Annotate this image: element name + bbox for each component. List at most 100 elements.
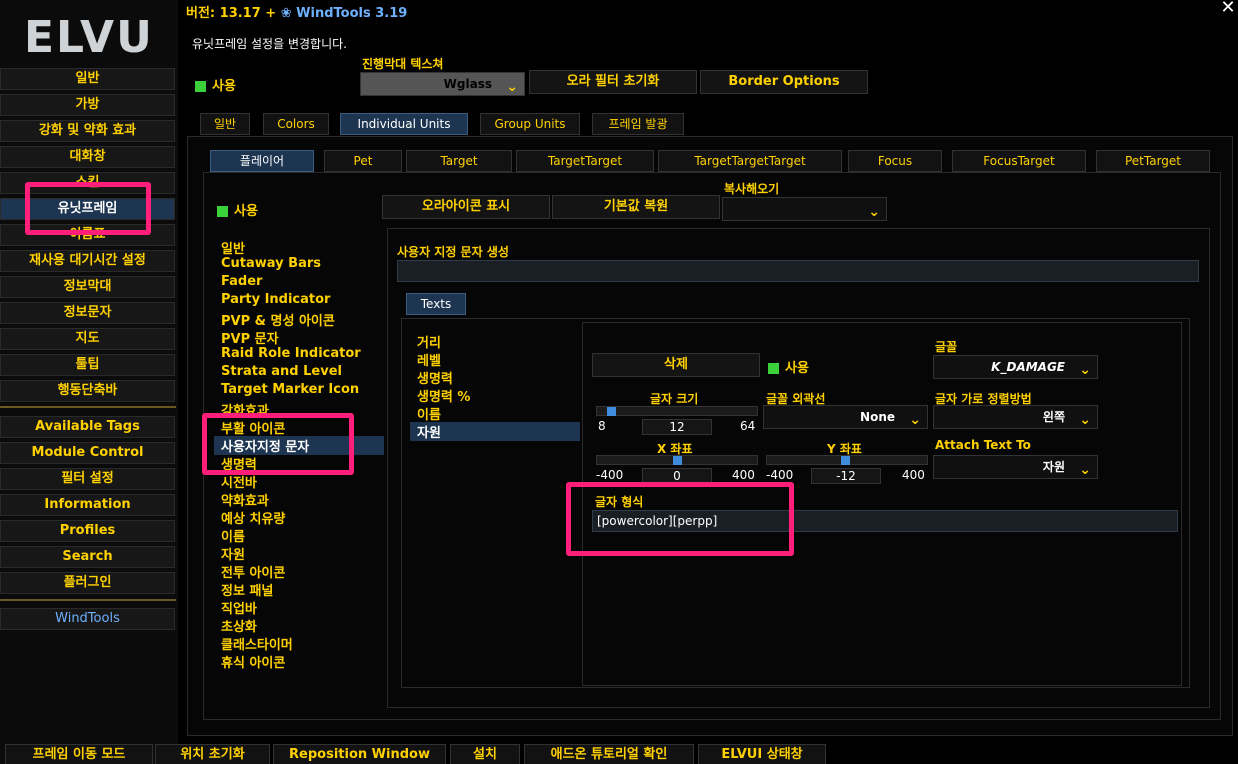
tab-unit[interactable]: Focus: [848, 150, 942, 172]
section-list-item[interactable]: 자원: [221, 544, 245, 563]
tab-unit[interactable]: TargetTarget: [516, 150, 654, 172]
section-list-item[interactable]: 직업바: [221, 598, 257, 617]
y-offset-slider-thumb[interactable]: [841, 456, 850, 465]
section-list-item[interactable]: 정보 패널: [221, 580, 273, 599]
restore-defaults-button[interactable]: 기본값 복원: [552, 195, 720, 219]
unitframe-enable-toggle[interactable]: 사용: [195, 75, 236, 94]
texture-dropdown[interactable]: Wglass ⌄: [360, 72, 525, 96]
section-list-item[interactable]: 클래스타이머: [221, 634, 293, 653]
section-list-item[interactable]: 일반: [221, 238, 245, 257]
tab-main[interactable]: Group Units: [480, 113, 580, 135]
tab-main[interactable]: 일반: [200, 113, 250, 135]
text-entry-item[interactable]: 생명력 %: [417, 386, 470, 405]
text-entry-item[interactable]: 생명력: [417, 368, 453, 387]
section-list-item[interactable]: 이름: [221, 526, 245, 545]
chevron-down-icon: ⌄: [1079, 362, 1091, 378]
sidebar-item[interactable]: 지도: [0, 328, 175, 350]
svg-text:ELVUI: ELVUI: [24, 12, 154, 60]
enable-label: 사용: [212, 79, 236, 94]
tab-texts[interactable]: Texts: [406, 293, 466, 315]
tab-unit[interactable]: Target: [406, 150, 512, 172]
section-list-item[interactable]: 전투 아이콘: [221, 562, 285, 581]
create-custom-text-label: 사용자 지정 문자 생성: [397, 245, 509, 259]
footer-button[interactable]: 프레임 이동 모드: [5, 744, 153, 764]
font-size-slider[interactable]: [596, 406, 758, 416]
sidebar-item[interactable]: 대화창: [0, 146, 175, 168]
sidebar-item[interactable]: 강화 및 약화 효과: [0, 120, 175, 142]
tab-main[interactable]: Colors: [263, 113, 329, 135]
section-list-item[interactable]: Target Marker Icon: [221, 382, 359, 397]
text-entry-item[interactable]: 거리: [417, 332, 441, 351]
section-list-item[interactable]: Raid Role Indicator: [221, 346, 361, 361]
font-label: 글꼴: [935, 340, 958, 354]
border-options-button[interactable]: Border Options: [700, 70, 868, 94]
footer-button[interactable]: 위치 초기화: [155, 744, 270, 764]
plugin-name: WindTools 3.19: [296, 6, 408, 21]
reset-aura-filter-button[interactable]: 오라 필터 초기화: [529, 70, 697, 94]
footer-button[interactable]: 애드온 튜토리얼 확인: [524, 744, 694, 764]
unit-enable-toggle[interactable]: 사용: [217, 200, 258, 219]
sidebar-item[interactable]: 일반: [0, 68, 175, 90]
highlight-box: [202, 413, 354, 475]
tab-unit[interactable]: FocusTarget: [952, 150, 1086, 172]
tab-main[interactable]: Individual Units: [340, 113, 468, 135]
section-list-item[interactable]: 예상 치유량: [221, 508, 285, 527]
footer-button[interactable]: Reposition Window: [273, 744, 446, 764]
tab-unit[interactable]: PetTarget: [1096, 150, 1210, 172]
sidebar-item[interactable]: 행동단축바: [0, 380, 175, 402]
section-list-item[interactable]: Fader: [221, 274, 262, 289]
section-list-item[interactable]: 초상화: [221, 616, 257, 635]
tab-unit[interactable]: Pet: [324, 150, 402, 172]
tab-unit[interactable]: TargetTargetTarget: [658, 150, 842, 172]
section-list-item[interactable]: Party Indicator: [221, 292, 330, 307]
show-aura-icon-button[interactable]: 오라아이콘 표시: [382, 195, 550, 219]
texture-label: 진행막대 텍스쳐: [362, 57, 444, 71]
tab-main[interactable]: 프레임 발광: [592, 113, 684, 135]
sidebar-item[interactable]: Search: [0, 546, 175, 568]
section-list-item[interactable]: PVP & 명성 아이콘: [221, 310, 335, 329]
font-size-slider-thumb[interactable]: [607, 407, 616, 416]
text-entry-item[interactable]: 자원: [410, 422, 580, 441]
sidebar-item[interactable]: Module Control: [0, 442, 175, 464]
sidebar-item[interactable]: 재사용 대기시간 설정: [0, 250, 175, 272]
close-icon[interactable]: ✕: [1220, 0, 1236, 17]
outline-dropdown[interactable]: None ⌄: [763, 405, 928, 429]
y-offset-value[interactable]: -12: [811, 468, 881, 484]
x-offset-slider[interactable]: [596, 455, 758, 465]
sidebar-item[interactable]: Profiles: [0, 520, 175, 542]
section-list-item[interactable]: PVP 문자: [221, 328, 279, 347]
chevron-down-icon: ⌄: [1079, 412, 1091, 428]
section-list-item[interactable]: Strata and Level: [221, 364, 342, 379]
sidebar-item[interactable]: 필터 설정: [0, 468, 175, 490]
section-list-item[interactable]: 휴식 아이콘: [221, 652, 285, 671]
sidebar-item[interactable]: Information: [0, 494, 175, 516]
create-custom-text-input[interactable]: [397, 260, 1199, 282]
y-offset-slider[interactable]: [766, 455, 928, 465]
delete-button[interactable]: 삭제: [592, 353, 760, 377]
x-offset-slider-thumb[interactable]: [673, 456, 682, 465]
text-entry-item[interactable]: 이름: [417, 404, 441, 423]
sidebar-item[interactable]: 툴팁: [0, 354, 175, 376]
chevron-down-icon: ⌄: [506, 79, 518, 95]
footer-button[interactable]: 설치: [450, 744, 520, 764]
sidebar-item[interactable]: 정보문자: [0, 302, 175, 324]
unit-enable-label: 사용: [234, 204, 258, 219]
texture-value: Wglass: [443, 77, 492, 91]
attach-dropdown[interactable]: 자원 ⌄: [933, 455, 1098, 479]
section-list-item[interactable]: Cutaway Bars: [221, 256, 321, 271]
text-entry-item[interactable]: 레벨: [417, 350, 441, 369]
sidebar-item[interactable]: 정보막대: [0, 276, 175, 298]
font-dropdown[interactable]: K_DAMAGE ⌄: [933, 355, 1098, 379]
sidebar-item[interactable]: Available Tags: [0, 416, 175, 438]
font-size-value[interactable]: 12: [642, 419, 712, 435]
sidebar-item[interactable]: 가방: [0, 94, 175, 116]
text-enable-toggle[interactable]: 사용: [768, 357, 809, 376]
tab-unit[interactable]: 플레이어: [210, 150, 314, 172]
justify-dropdown[interactable]: 왼쪽 ⌄: [933, 405, 1098, 429]
section-list-item[interactable]: 약화효과: [221, 490, 269, 509]
footer-button[interactable]: ELVUI 상태창: [698, 744, 826, 764]
copy-from-dropdown[interactable]: ⌄: [722, 197, 887, 221]
sidebar-item[interactable]: WindTools: [0, 608, 175, 630]
checkbox-checked-icon: [217, 206, 228, 217]
sidebar-item[interactable]: 플러그인: [0, 572, 175, 594]
